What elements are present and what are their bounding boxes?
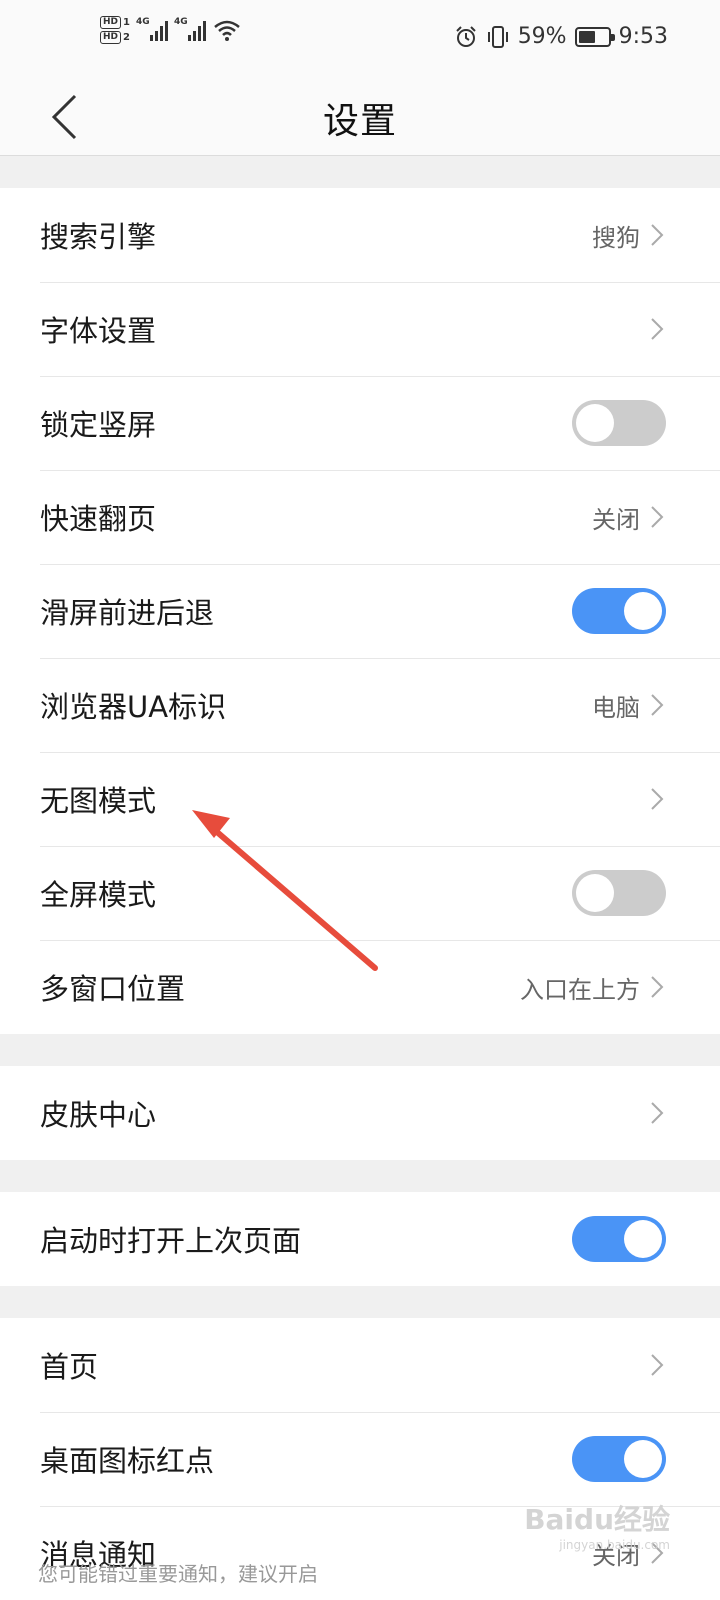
settings-row-label: 搜索引擎 — [40, 220, 157, 254]
wifi-icon — [214, 20, 240, 41]
settings-row-value: 关闭 — [592, 505, 640, 534]
settings-group-startup: 启动时打开上次页面 — [0, 1192, 720, 1286]
settings-row-label: 首页 — [40, 1350, 99, 1384]
clock: 9:53 — [618, 24, 668, 49]
settings-row[interactable]: 字体设置 — [0, 282, 720, 376]
settings-row[interactable]: 桌面图标红点 — [0, 1412, 720, 1506]
chevron-right-icon — [648, 223, 666, 247]
signal-1-icon: 4G — [136, 17, 168, 41]
toggle-switch[interactable] — [572, 588, 666, 634]
baidu-watermark: Baidu经验 jingyan.baidu.com — [524, 1503, 670, 1552]
settings-row[interactable]: 多窗口位置 入口在上方 — [0, 940, 720, 1034]
settings-row-label: 快速翻页 — [40, 502, 157, 536]
hd-indicators: HD 1 HD 2 — [100, 16, 130, 44]
hd-2-icon: HD 2 — [100, 31, 130, 44]
status-bar-left: HD 1 HD 2 4G 4G — [100, 16, 242, 44]
vibrate-icon — [487, 25, 508, 48]
settings-row-label: 字体设置 — [40, 314, 157, 348]
toggle-knob — [576, 404, 614, 442]
hd-1-icon: HD 1 — [100, 16, 130, 29]
toggle-knob — [624, 1220, 662, 1258]
notification-subtext: 您可能错过重要通知，建议开启 — [38, 1562, 318, 1586]
chevron-right-icon — [648, 1101, 666, 1125]
settings-row-value: 搜狗 — [592, 223, 640, 252]
chevron-right-icon — [648, 787, 666, 811]
settings-row[interactable]: 启动时打开上次页面 — [0, 1192, 720, 1286]
status-bar: HD 1 HD 2 4G 4G 59% 9:53 — [0, 0, 720, 78]
chevron-right-icon — [648, 317, 666, 341]
settings-row[interactable]: 滑屏前进后退 — [0, 564, 720, 658]
settings-group-skin: 皮肤中心 — [0, 1066, 720, 1160]
settings-row[interactable]: 首页 — [0, 1318, 720, 1412]
settings-row[interactable]: 快速翻页 关闭 — [0, 470, 720, 564]
toggle-switch[interactable] — [572, 1436, 666, 1482]
battery-icon — [574, 26, 615, 47]
chevron-right-icon — [648, 975, 666, 999]
settings-row-value: 电脑 — [592, 693, 640, 722]
chevron-right-icon — [648, 693, 666, 717]
settings-row[interactable]: 全屏模式 — [0, 846, 720, 940]
toggle-knob — [576, 874, 614, 912]
toggle-switch[interactable] — [572, 870, 666, 916]
alarm-icon — [455, 25, 476, 47]
settings-row-value: 入口在上方 — [520, 975, 640, 1004]
settings-row-label: 浏览器UA标识 — [40, 690, 227, 724]
page-title: 设置 — [322, 101, 397, 142]
toggle-knob — [624, 1440, 662, 1478]
settings-row-label: 无图模式 — [40, 784, 157, 818]
chevron-right-icon — [648, 1353, 666, 1377]
navigation-bar: 设置 — [0, 78, 720, 156]
settings-row-label: 皮肤中心 — [40, 1098, 157, 1132]
settings-row[interactable]: 皮肤中心 — [0, 1066, 720, 1160]
settings-row[interactable]: 锁定竖屏 — [0, 376, 720, 470]
battery-percent: 59% — [517, 24, 567, 49]
status-bar-right: 59% 9:53 — [454, 24, 668, 49]
toggle-knob — [624, 592, 662, 630]
settings-row[interactable]: 搜索引擎 搜狗 — [0, 188, 720, 282]
toggle-switch[interactable] — [572, 1216, 666, 1262]
settings-row-label: 多窗口位置 — [40, 972, 186, 1006]
settings-row[interactable]: 浏览器UA标识 电脑 — [0, 658, 720, 752]
settings-group-browsing: 搜索引擎 搜狗字体设置锁定竖屏快速翻页 关闭滑屏前进后退浏览器UA标识 电脑无图模式全… — [0, 188, 720, 1034]
toggle-switch[interactable] — [572, 400, 666, 446]
chevron-right-icon — [648, 505, 666, 529]
settings-row[interactable]: 无图模式 — [0, 752, 720, 846]
signal-2-icon: 4G — [174, 17, 206, 41]
